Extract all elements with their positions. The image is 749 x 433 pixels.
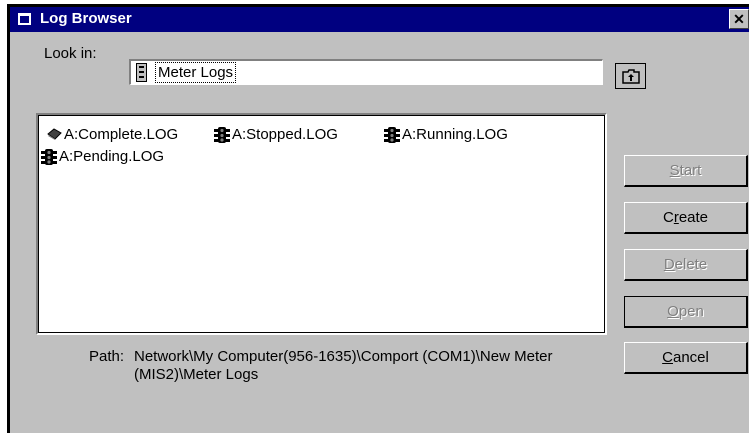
open-button[interactable]: Open bbox=[624, 296, 748, 328]
meter-icon bbox=[136, 63, 147, 82]
close-button[interactable]: ✕ bbox=[729, 9, 749, 29]
title-bar[interactable]: Log Browser ✕ bbox=[10, 7, 749, 32]
path-value: Network\My Computer(956-1635)\Comport (C… bbox=[134, 348, 553, 383]
pending-log-icon bbox=[41, 149, 57, 165]
close-icon: ✕ bbox=[733, 11, 745, 27]
running-log-icon bbox=[384, 127, 400, 143]
up-folder-icon bbox=[622, 69, 640, 84]
look-in-combobox[interactable]: Meter Logs bbox=[129, 59, 603, 85]
log-browser-window: Log Browser ✕ Look in: Meter Logs A:Comp… bbox=[7, 4, 749, 433]
delete-button[interactable]: Delete bbox=[624, 249, 748, 281]
start-button[interactable]: Start bbox=[624, 155, 748, 187]
window-title: Log Browser bbox=[40, 10, 132, 27]
create-button[interactable]: Create bbox=[624, 202, 748, 234]
up-one-level-button[interactable] bbox=[615, 63, 646, 89]
window-icon bbox=[18, 13, 31, 25]
log-file-list[interactable]: A:Complete.LOG A:Stopped.LOG A:Running.L… bbox=[36, 113, 607, 335]
look-in-label: Look in: bbox=[44, 45, 97, 62]
stopped-log-icon bbox=[214, 127, 230, 143]
look-in-value: Meter Logs bbox=[155, 62, 237, 83]
cancel-button[interactable]: Cancel bbox=[624, 342, 748, 374]
complete-log-icon bbox=[47, 128, 62, 140]
path-label: Path: bbox=[89, 348, 125, 365]
